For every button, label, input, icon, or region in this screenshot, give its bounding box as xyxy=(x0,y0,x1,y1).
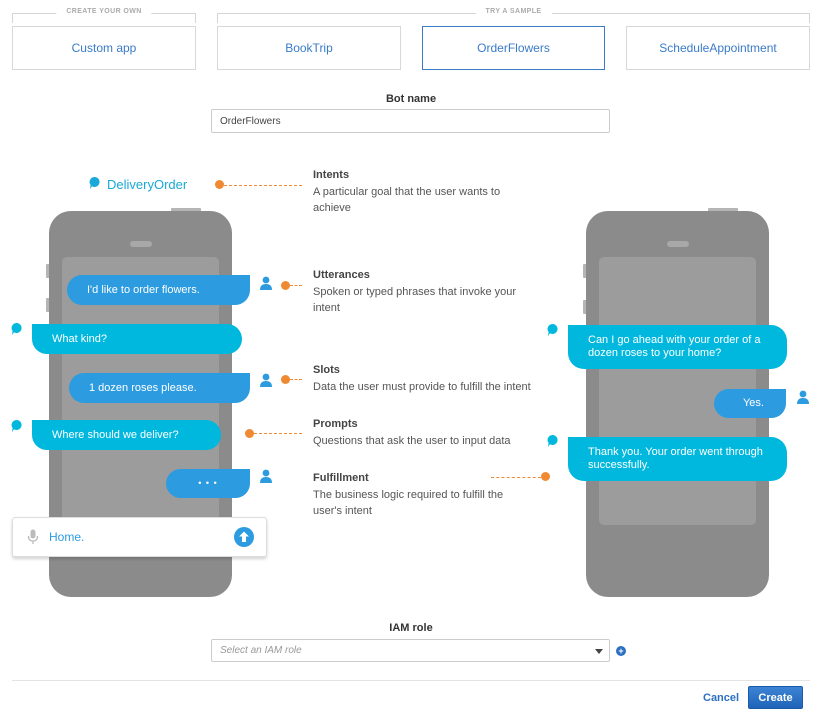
chat-bubble-bot: Where should we deliver? xyxy=(32,420,221,450)
bubble-text: Where should we deliver? xyxy=(52,428,179,441)
bot-chat-icon xyxy=(11,420,22,432)
connector-dot xyxy=(215,180,224,189)
connector-line xyxy=(224,185,302,186)
connector-dot xyxy=(281,375,290,384)
footer-divider xyxy=(12,680,810,681)
connector-dot xyxy=(541,472,550,481)
bubble-text: What kind? xyxy=(52,332,108,345)
intent-name: DeliveryOrder xyxy=(107,177,188,192)
annotation-desc-slots: Data the user must provide to fulfill th… xyxy=(313,381,531,393)
bubble-text: Yes. xyxy=(742,397,764,409)
annotation-title-intents: Intents xyxy=(313,169,350,181)
tile-orderflowers[interactable]: OrderFlowers xyxy=(422,26,605,70)
create-button[interactable]: Create xyxy=(748,686,803,709)
tile-label: BookTrip xyxy=(285,41,333,55)
connector-line xyxy=(290,379,302,380)
chat-bubble-bot: Can I go ahead with your order of a doze… xyxy=(568,325,787,369)
chat-bubble-user: 1 dozen roses please. xyxy=(69,373,250,403)
annotation-desc-fulfillment: The business logic required to fulfill t… xyxy=(313,489,504,517)
tile-label: ScheduleAppointment xyxy=(659,41,777,55)
iam-role-label: IAM role xyxy=(389,622,433,634)
annotation-desc-prompts: Questions that ask the user to input dat… xyxy=(313,435,511,447)
bot-name-label: Bot name xyxy=(385,93,437,105)
bot-chat-icon xyxy=(547,324,558,336)
tile-label: OrderFlowers xyxy=(477,41,550,55)
annotation-desc-intents: A particular goal that the user wants to… xyxy=(313,186,501,214)
bubble-text: I'd like to order flowers. xyxy=(87,283,200,296)
chat-bubble-bot: What kind? xyxy=(32,324,242,354)
plus-circle-icon[interactable]: + xyxy=(616,646,626,656)
connector-line xyxy=(491,477,541,478)
chat-bubble-typing: • • • xyxy=(166,469,250,498)
chat-bubble-user: Yes. xyxy=(714,389,786,418)
cancel-button[interactable]: Cancel xyxy=(703,692,739,704)
tile-scheduleappointment[interactable]: ScheduleAppointment xyxy=(626,26,810,70)
chat-input: Home. xyxy=(12,517,267,557)
create-your-own-label: CREATE YOUR OWN xyxy=(56,8,152,15)
try-a-sample-group: TRY A SAMPLE xyxy=(217,8,810,23)
bot-name-value: OrderFlowers xyxy=(220,115,281,127)
annotation-title-fulfillment: Fulfillment xyxy=(313,472,369,484)
iam-role-placeholder: Select an IAM role xyxy=(220,645,302,656)
tile-custom-app[interactable]: Custom app xyxy=(12,26,196,70)
connector-line xyxy=(254,433,302,434)
phone-speaker xyxy=(666,241,689,247)
send-arrow-icon xyxy=(234,527,254,547)
connector-line xyxy=(290,285,302,286)
bubble-text: Can I go ahead with your order of a doze… xyxy=(588,334,761,359)
bubble-text: 1 dozen roses please. xyxy=(89,381,197,394)
bot-chat-icon xyxy=(89,177,100,189)
connector-dot xyxy=(245,429,254,438)
connector-dot xyxy=(281,281,290,290)
user-icon xyxy=(260,373,272,387)
annotation-title-utterances: Utterances xyxy=(313,269,370,281)
tile-label: Custom app xyxy=(71,41,137,55)
iam-role-select[interactable]: Select an IAM role xyxy=(211,639,610,662)
user-icon xyxy=(260,276,272,290)
user-icon xyxy=(797,390,809,404)
microphone-icon xyxy=(27,529,39,544)
bubble-text: Thank you. Your order went through succe… xyxy=(588,446,763,471)
annotation-title-slots: Slots xyxy=(313,364,340,376)
create-your-own-group: CREATE YOUR OWN xyxy=(12,8,196,23)
user-icon xyxy=(260,469,272,483)
chat-input-value: Home. xyxy=(49,530,85,544)
annotation-title-prompts: Prompts xyxy=(313,418,358,430)
try-a-sample-label: TRY A SAMPLE xyxy=(475,8,552,15)
annotation-desc-utterances: Spoken or typed phrases that invoke your… xyxy=(313,286,517,314)
typing-indicator: • • • xyxy=(198,478,218,488)
bot-chat-icon xyxy=(11,323,22,335)
chevron-down-icon xyxy=(595,649,603,654)
bot-name-input[interactable]: OrderFlowers xyxy=(211,109,610,133)
chat-bubble-bot: Thank you. Your order went through succe… xyxy=(568,437,787,481)
chat-bubble-user: I'd like to order flowers. xyxy=(67,275,250,305)
phone-speaker xyxy=(129,241,152,247)
tile-booktrip[interactable]: BookTrip xyxy=(217,26,401,70)
